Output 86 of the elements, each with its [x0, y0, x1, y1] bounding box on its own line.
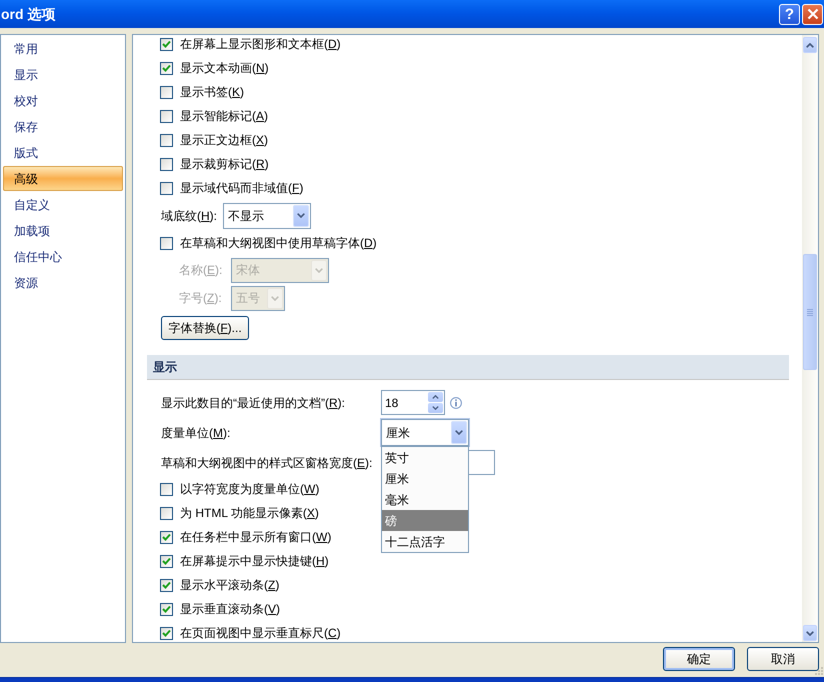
field-label: 度量单位(M):	[161, 424, 232, 442]
chevron-down-icon	[432, 406, 439, 410]
checkbox-label[interactable]: 显示书签(K)	[180, 83, 244, 101]
dropdown-option[interactable]: 毫米	[382, 489, 468, 510]
dropdown-option[interactable]: 磅	[382, 510, 468, 531]
check-icon	[162, 64, 171, 72]
checkbox[interactable]	[160, 482, 173, 496]
sidebar-item[interactable]: 自定义	[3, 192, 123, 217]
checkbox[interactable]	[160, 626, 173, 640]
sidebar-item[interactable]: 资源	[3, 270, 123, 295]
scrollbar[interactable]	[802, 35, 818, 642]
checkbox[interactable]	[160, 38, 173, 50]
checkbox[interactable]	[160, 134, 173, 146]
sidebar-item[interactable]: 信任中心	[3, 244, 123, 269]
field-label: 显示此数目的“最近使用的文档”(R):	[161, 394, 346, 412]
checkbox-label[interactable]: 在屏幕提示中显示快捷键(H)	[180, 552, 329, 570]
sidebar-item[interactable]: 显示	[3, 62, 123, 87]
field-label: 名称(E):	[179, 262, 224, 279]
dropdown[interactable]: 厘米	[381, 419, 469, 446]
chevron-down-icon	[267, 288, 283, 308]
close-icon	[806, 8, 818, 20]
checkbox-label[interactable]: 显示域代码而非域值(F)	[180, 179, 304, 197]
checkbox-label[interactable]: 显示水平滚动条(Z)	[180, 576, 280, 594]
checkbox[interactable]	[160, 62, 173, 74]
spin-up-button[interactable]	[428, 392, 443, 402]
sidebar-item[interactable]: 常用	[3, 36, 123, 61]
scroll-up-button[interactable]	[803, 37, 817, 53]
scroll-thumb[interactable]	[803, 254, 817, 370]
dialog-button[interactable]: 取消	[747, 647, 819, 671]
sidebar-item[interactable]: 版式	[3, 140, 123, 165]
checkbox[interactable]	[160, 158, 173, 170]
chevron-down-icon	[311, 260, 327, 280]
checkbox-label[interactable]: 显示文本动画(N)	[180, 59, 269, 77]
dropdown[interactable]: 不显示	[223, 202, 312, 228]
number-field[interactable]: 18	[381, 390, 445, 415]
close-button[interactable]	[802, 4, 823, 24]
checkbox[interactable]	[160, 506, 173, 520]
checkbox-label[interactable]: 显示裁剪标记(R)	[180, 155, 269, 173]
field-label: 域底纹(H):	[161, 208, 218, 224]
checkbox-label[interactable]: 在任务栏中显示所有窗口(W)	[180, 528, 332, 546]
grip-icon	[807, 308, 813, 316]
section-heading: 显示	[147, 355, 789, 380]
checkbox[interactable]	[160, 236, 173, 250]
chevron-up-icon	[432, 395, 439, 399]
dialog-button[interactable]: 确定	[663, 647, 735, 671]
check-icon	[162, 629, 171, 637]
checkbox[interactable]	[160, 602, 173, 616]
checkbox-label[interactable]: 显示智能标记(A)	[180, 107, 268, 125]
sidebar-item[interactable]: 高级	[3, 166, 123, 191]
chevron-up-icon	[806, 42, 814, 48]
checkbox-label[interactable]: 显示正文边框(X)	[180, 131, 268, 149]
sidebar-item[interactable]: 保存	[3, 114, 123, 139]
checkbox[interactable]	[160, 182, 173, 194]
spin-down-button[interactable]	[428, 403, 443, 413]
window-title: ord 选项	[0, 4, 56, 24]
checkbox[interactable]	[160, 86, 173, 98]
info-icon[interactable]	[450, 396, 462, 408]
checkbox-label[interactable]: 在页面视图中显示垂直标尺(C)	[180, 624, 341, 642]
font-substitution-button[interactable]: 字体替换(F)...	[161, 316, 249, 340]
field-label: 草稿和大纲视图中的样式区窗格宽度(E):	[161, 454, 374, 472]
field-label: 字号(Z):	[179, 290, 223, 307]
chevron-down-icon	[451, 421, 467, 444]
checkbox[interactable]	[160, 530, 173, 544]
check-icon	[162, 557, 171, 565]
dropdown-option[interactable]: 英寸	[382, 447, 468, 468]
sidebar-item[interactable]: 校对	[3, 88, 123, 113]
dropdown-option[interactable]: 厘米	[382, 468, 468, 489]
checkbox-label[interactable]: 在草稿和大纲视图中使用草稿字体(D)	[180, 234, 377, 252]
checkbox-label[interactable]: 显示垂直滚动条(V)	[180, 600, 280, 618]
chevron-down-icon	[293, 204, 310, 226]
chevron-down-icon	[806, 630, 814, 636]
checkbox-label[interactable]: 为 HTML 功能显示像素(X)	[180, 504, 319, 522]
check-icon	[162, 40, 171, 48]
checkbox[interactable]	[160, 578, 173, 592]
checkbox[interactable]	[160, 110, 173, 122]
check-icon	[162, 533, 171, 541]
help-button[interactable]: ?	[779, 4, 800, 24]
check-icon	[162, 581, 171, 589]
check-icon	[162, 605, 171, 613]
checkbox[interactable]	[160, 554, 173, 568]
sidebar-item[interactable]: 加载项	[3, 218, 123, 243]
checkbox-label[interactable]: 以字符宽度为度量单位(W)	[180, 480, 320, 498]
checkbox-label[interactable]: 在屏幕上显示图形和文本框(D)	[180, 35, 341, 53]
dropdown-option[interactable]: 十二点活字	[382, 531, 468, 552]
scroll-down-button[interactable]	[803, 625, 817, 641]
resize-grip-icon[interactable]	[814, 666, 823, 675]
